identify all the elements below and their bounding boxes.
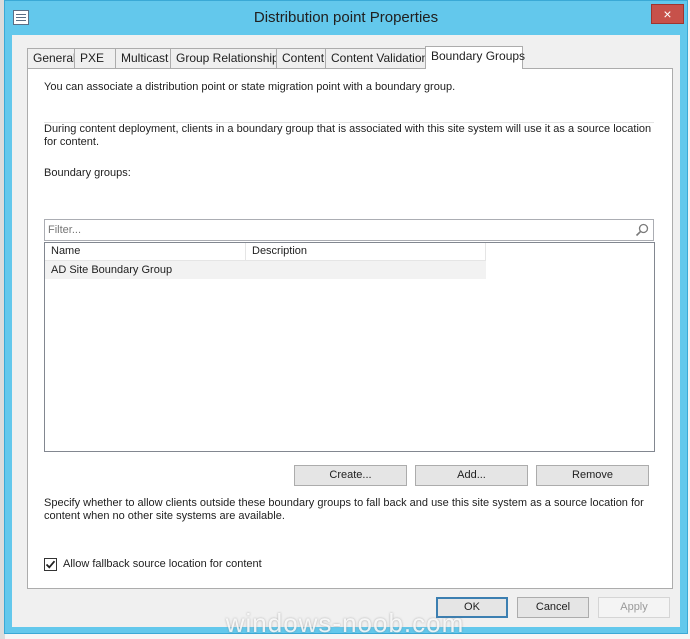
list-header: Name Description [45, 243, 486, 261]
row-name-cell: AD Site Boundary Group [51, 264, 173, 276]
column-header-description[interactable]: Description [246, 243, 486, 261]
close-button[interactable]: × [651, 4, 684, 24]
tab-multicast[interactable]: Multicast [115, 48, 171, 68]
search-icon[interactable] [635, 223, 649, 237]
checkmark-icon [45, 560, 56, 569]
filter-box [44, 219, 654, 241]
tab-general[interactable]: General [27, 48, 76, 68]
fallback-checkbox-label[interactable]: Allow fallback source location for conte… [63, 558, 262, 571]
title-bar[interactable]: Distribution point Properties × [5, 1, 687, 35]
boundary-groups-panel: You can associate a distribution point o… [27, 68, 673, 589]
properties-dialog: Distribution point Properties × General … [4, 0, 688, 634]
filter-input[interactable] [48, 222, 628, 238]
tab-content[interactable]: Content [276, 48, 326, 68]
create-button[interactable]: Create... [294, 465, 407, 486]
description-text: During content deployment, clients in a … [44, 123, 652, 148]
window-title: Distribution point Properties [253, 9, 439, 26]
tab-group-relationships[interactable]: Group Relationships [170, 48, 285, 68]
column-header-name[interactable]: Name [45, 243, 246, 261]
fallback-checkbox[interactable] [44, 558, 57, 571]
boundary-groups-label: Boundary groups: [44, 167, 131, 179]
dialog-body: General PXE Multicast Group Relationship… [12, 35, 680, 627]
row-description-cell [246, 261, 486, 279]
add-button[interactable]: Add... [415, 465, 528, 486]
watermark-text: windows-noob.com [225, 608, 465, 638]
boundary-groups-list[interactable]: Name Description AD Site Boundary Group [44, 242, 655, 452]
tab-content-validation[interactable]: Content Validation [325, 48, 428, 68]
table-row[interactable]: AD Site Boundary Group [45, 261, 486, 279]
remove-button[interactable]: Remove [536, 465, 649, 486]
intro-text: You can associate a distribution point o… [44, 81, 456, 93]
tab-pxe[interactable]: PXE [74, 48, 116, 68]
fallback-description: Specify whether to allow clients outside… [44, 497, 644, 522]
tab-boundary-groups[interactable]: Boundary Groups [425, 46, 525, 69]
